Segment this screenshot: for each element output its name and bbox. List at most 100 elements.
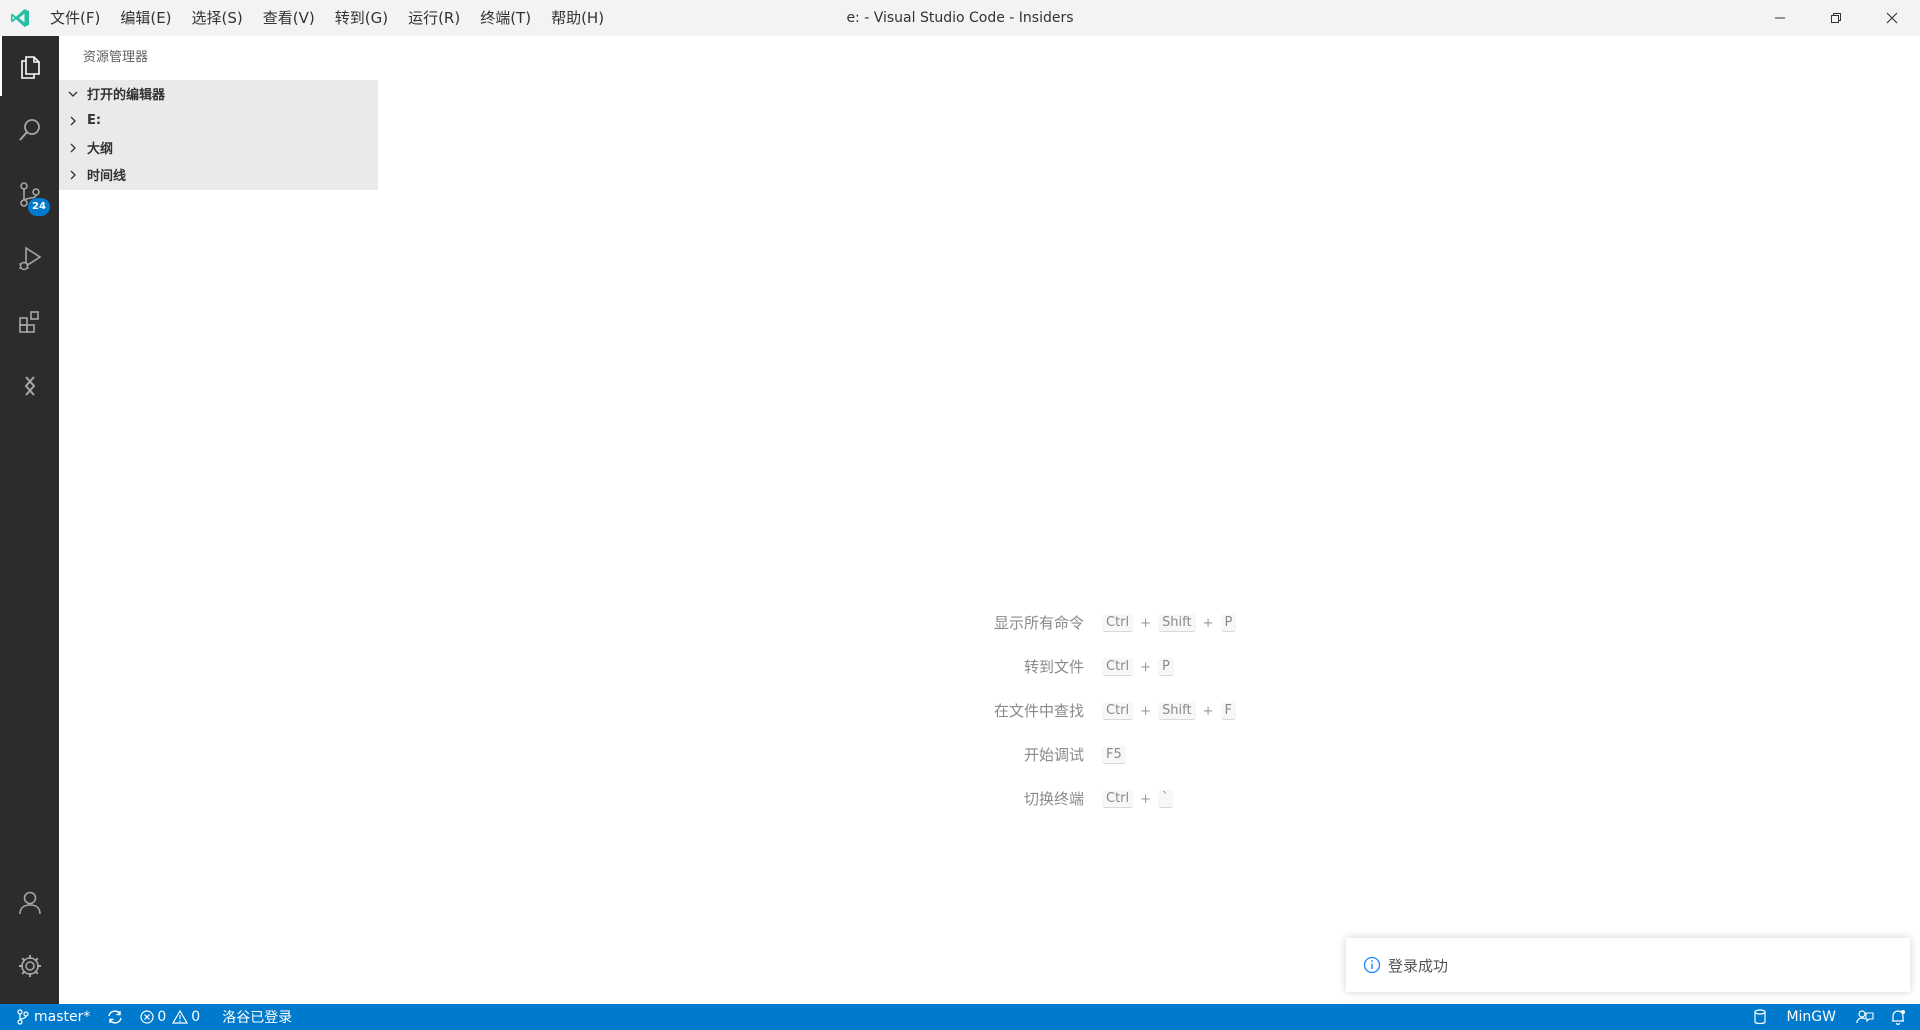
- shortcut-keys: Ctrl + Shift + F: [1100, 702, 1238, 720]
- section-open-editors[interactable]: 打开的编辑器: [59, 80, 378, 107]
- key: Shift: [1158, 702, 1196, 720]
- menu-help[interactable]: 帮助(H): [541, 0, 614, 36]
- section-label: 打开的编辑器: [87, 88, 166, 103]
- notification-toast[interactable]: 登录成功: [1346, 938, 1910, 992]
- scm-count-badge: 24: [28, 198, 50, 216]
- compiler-indicator[interactable]: MinGW: [1774, 1004, 1848, 1030]
- notifications-button[interactable]: [1882, 1004, 1920, 1030]
- shortcut-label: 在文件中查找: [993, 702, 1084, 720]
- key: `: [1158, 790, 1173, 808]
- git-branch-icon: [17, 1009, 29, 1025]
- chevron-right-icon: [65, 140, 81, 156]
- key: P: [1158, 658, 1174, 676]
- shortcut-label: 切换终端: [1023, 790, 1084, 808]
- status-bar: master* 0 0 洛谷已登录 MinGW: [0, 1004, 1920, 1030]
- menu-file[interactable]: 文件(F): [40, 0, 110, 36]
- feedback-button[interactable]: [1848, 1004, 1882, 1030]
- status-bar-right: MinGW: [1746, 1004, 1920, 1030]
- minimize-icon: [1775, 17, 1785, 19]
- branch-name: master*: [34, 1009, 91, 1025]
- restore-button[interactable]: [1808, 0, 1864, 36]
- run-debug-icon: [18, 246, 41, 271]
- key: Shift: [1158, 614, 1196, 632]
- sync-icon: [108, 1010, 123, 1024]
- explorer-sidebar: 资源管理器 打开的编辑器 E: 大纲 时间线: [59, 36, 378, 1004]
- luogu-extension-button[interactable]: [0, 356, 59, 416]
- info-icon: [1362, 955, 1382, 975]
- accounts-button[interactable]: [0, 872, 59, 932]
- menu-go[interactable]: 转到(G): [325, 0, 398, 36]
- section-label: 大纲: [87, 142, 114, 157]
- key: P: [1220, 614, 1237, 632]
- section-label: E:: [87, 113, 102, 128]
- warning-count: 0: [191, 1009, 201, 1025]
- shortcut-row: 显示所有命令 Ctrl + Shift + P: [958, 612, 1338, 636]
- search-button[interactable]: [0, 100, 59, 160]
- extensions-icon: [18, 311, 39, 333]
- minimize-button[interactable]: [1752, 0, 1808, 36]
- shortcut-row: 切换终端 Ctrl + `: [958, 788, 1338, 812]
- account-icon: [18, 891, 41, 915]
- files-icon: [20, 56, 40, 79]
- title-bar: 文件(F) 编辑(E) 选择(S) 查看(V) 转到(G) 运行(R) 终端(T…: [0, 0, 1920, 36]
- key: F: [1220, 702, 1236, 720]
- error-count: 0: [157, 1009, 167, 1025]
- shortcut-row: 开始调试 F5: [958, 744, 1338, 768]
- key: F5: [1102, 746, 1126, 764]
- sync-button[interactable]: [98, 1004, 132, 1030]
- luogu-account-status[interactable]: 洛谷已登录: [208, 1004, 300, 1030]
- section-timeline[interactable]: 时间线: [59, 161, 378, 188]
- explorer-button[interactable]: [0, 36, 59, 96]
- chevron-right-icon: [65, 167, 81, 183]
- section-folder-e[interactable]: E:: [59, 107, 378, 134]
- run-debug-button[interactable]: [0, 228, 59, 288]
- bell-icon: [1892, 1010, 1905, 1025]
- chevron-down-icon: [65, 86, 81, 102]
- luogu-icon: [24, 376, 35, 396]
- extensions-button[interactable]: [0, 292, 59, 352]
- menu-edit[interactable]: 编辑(E): [110, 0, 181, 36]
- activity-bar: 24: [0, 36, 59, 1004]
- sidebar-title: 资源管理器: [83, 50, 149, 65]
- restore-icon: [1831, 13, 1841, 23]
- editor-area: [378, 36, 1920, 1004]
- shortcut-keys: F5: [1100, 746, 1128, 764]
- gear-icon: [18, 955, 41, 977]
- menu-run[interactable]: 运行(R): [398, 0, 470, 36]
- source-control-button[interactable]: 24: [0, 164, 59, 224]
- feedback-icon: [1856, 1010, 1874, 1024]
- key: Ctrl: [1102, 658, 1134, 676]
- shortcut-label: 开始调试: [1023, 746, 1084, 764]
- section-label: 时间线: [87, 169, 127, 184]
- error-icon: [140, 1010, 154, 1024]
- branch-indicator[interactable]: master*: [0, 1004, 98, 1030]
- notification-message: 登录成功: [1388, 956, 1449, 975]
- shortcut-label: 转到文件: [1023, 658, 1084, 676]
- shortcut-row: 转到文件 Ctrl + P: [958, 656, 1338, 680]
- manage-button[interactable]: [0, 936, 59, 996]
- problems-indicator[interactable]: 0 0: [132, 1004, 208, 1030]
- database-icon: [1754, 1009, 1767, 1025]
- menu-view[interactable]: 查看(V): [253, 0, 325, 36]
- key: Ctrl: [1102, 702, 1134, 720]
- vscode-logo-icon: [0, 0, 40, 36]
- shortcut-keys: Ctrl + Shift + P: [1100, 614, 1238, 632]
- menu-selection[interactable]: 选择(S): [182, 0, 253, 36]
- menu-bar: 文件(F) 编辑(E) 选择(S) 查看(V) 转到(G) 运行(R) 终端(T…: [40, 0, 614, 36]
- shortcut-row: 在文件中查找 Ctrl + Shift + F: [958, 700, 1338, 724]
- menu-terminal[interactable]: 终端(T): [470, 0, 541, 36]
- section-outline[interactable]: 大纲: [59, 134, 378, 161]
- explorer-sections: 打开的编辑器 E: 大纲 时间线: [59, 80, 378, 190]
- window-controls: [1752, 0, 1920, 36]
- warning-icon: [172, 1010, 189, 1024]
- database-button[interactable]: [1746, 1004, 1774, 1030]
- shortcut-label: 显示所有命令: [993, 614, 1084, 632]
- shortcut-keys: Ctrl + `: [1100, 790, 1175, 808]
- close-button[interactable]: [1864, 0, 1920, 36]
- close-icon: [1886, 12, 1898, 24]
- search-icon: [18, 119, 40, 141]
- key: Ctrl: [1102, 790, 1134, 808]
- chevron-right-icon: [65, 113, 81, 129]
- shortcut-keys: Ctrl + P: [1100, 658, 1176, 676]
- key: Ctrl: [1102, 614, 1134, 632]
